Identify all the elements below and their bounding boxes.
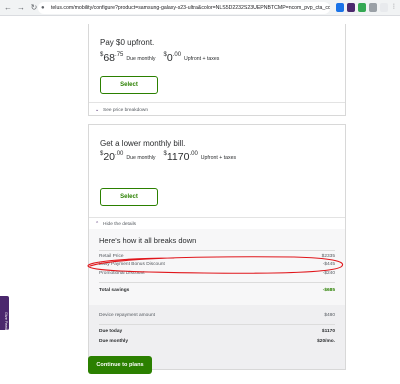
profile-avatar[interactable] bbox=[380, 3, 388, 12]
monthly-price: 20 bbox=[103, 151, 116, 163]
chevron-down-icon: ⌄ bbox=[95, 107, 100, 113]
hide-details-toggle[interactable]: ⌃ Hide the details bbox=[95, 221, 136, 227]
url-text: telus.com/mobility/configure?product=sam… bbox=[50, 5, 330, 11]
extension-icon[interactable] bbox=[358, 3, 366, 12]
price-breakdown-toggle[interactable]: ⌄ See price breakdown bbox=[95, 107, 148, 113]
upfront-label: Upfront + taxes bbox=[200, 155, 237, 161]
breakdown-row-bonus: Easy Payment Bonus Discount -$445 bbox=[99, 262, 335, 267]
divider bbox=[89, 217, 345, 218]
price-breakdown-panel: Here's how it all breaks down Retail Pri… bbox=[89, 229, 345, 369]
forward-icon[interactable]: → bbox=[16, 3, 26, 13]
breakdown-title: Here's how it all breaks down bbox=[99, 236, 197, 245]
select-button[interactable]: Select bbox=[100, 188, 158, 206]
extension-icon[interactable] bbox=[336, 3, 344, 12]
plan-prices: $ 68 .75 Due monthly $ 0 .00 Upfront + t… bbox=[100, 52, 220, 64]
page-content: Pay $0 upfront. $ 68 .75 Due monthly $ 0… bbox=[0, 16, 400, 384]
breakdown-row-promo: Promotional Discount -$240 bbox=[99, 271, 335, 276]
menu-icon[interactable]: ⋮ bbox=[391, 3, 397, 12]
address-bar[interactable]: ● telus.com/mobility/configure?product=s… bbox=[38, 2, 330, 14]
divider bbox=[99, 250, 335, 251]
monthly-price: 68 bbox=[103, 52, 116, 64]
due-monthly-row: Due monthly $20/mo. bbox=[99, 339, 335, 344]
divider bbox=[99, 282, 335, 283]
plan-card-zero-upfront: Pay $0 upfront. $ 68 .75 Due monthly $ 0… bbox=[88, 24, 346, 116]
upfront-label: Upfront + taxes bbox=[184, 56, 220, 62]
extension-icon[interactable] bbox=[369, 3, 377, 12]
continue-to-plans-button[interactable]: Continue to plans bbox=[88, 356, 152, 374]
plan-title: Pay $0 upfront. bbox=[100, 38, 155, 47]
monthly-label: Due monthly bbox=[126, 56, 156, 62]
upfront-price: 1170 bbox=[166, 151, 190, 163]
due-today-row: Due today $1170 bbox=[99, 329, 335, 334]
total-savings-row: Total savings -$685 bbox=[99, 288, 335, 293]
extension-icon[interactable] bbox=[347, 3, 355, 12]
plan-prices: $ 20 .00 Due monthly $ 1170 .00 Upfront … bbox=[100, 151, 237, 163]
feedback-tab[interactable]: Give Feedback bbox=[0, 296, 9, 338]
back-icon[interactable]: ← bbox=[3, 3, 13, 13]
monthly-label: Due monthly bbox=[126, 155, 156, 161]
breakdown-row-retail: Retail Price $2335 bbox=[99, 254, 335, 259]
chevron-up-icon: ⌃ bbox=[95, 221, 100, 227]
divider bbox=[89, 102, 345, 103]
divider bbox=[99, 324, 335, 325]
plan-card-lower-monthly: Get a lower monthly bill. $ 20 .00 Due m… bbox=[88, 124, 346, 370]
plan-title: Get a lower monthly bill. bbox=[100, 139, 186, 148]
select-button[interactable]: Select bbox=[100, 76, 158, 94]
browser-toolbar: ← → ↻ ● telus.com/mobility/configure?pro… bbox=[0, 0, 400, 16]
lock-icon: ● bbox=[41, 4, 45, 11]
repayment-row: Device repayment amount $480 bbox=[99, 313, 335, 318]
